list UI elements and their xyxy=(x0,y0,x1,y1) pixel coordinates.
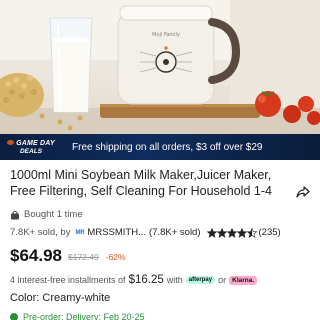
discount-badge: -62% xyxy=(105,252,126,262)
original-price: $172.49 xyxy=(68,252,99,262)
installment-amount: $16.25 xyxy=(128,274,164,286)
promo-text: Free shipping on all orders, $3 off over… xyxy=(72,141,263,153)
star-icon xyxy=(216,227,227,238)
installments-or: or xyxy=(218,275,227,285)
star-icon xyxy=(226,227,237,238)
shop-name-link[interactable]: MRSSMITH... xyxy=(87,227,146,238)
installments-with: with xyxy=(166,275,183,285)
shopping-bag-icon xyxy=(11,210,19,219)
installments-row[interactable]: 4 interest-free installments of $16.25 w… xyxy=(10,274,258,286)
installments-prefix: 4 interest-free installments of xyxy=(10,275,126,285)
color-selection-label: Color: Creamy-white xyxy=(10,292,111,304)
preorder-delivery: Pre-order: Delivery: Feb 20-25 xyxy=(10,312,145,320)
bought-count-text: Bought 1 time xyxy=(24,209,83,220)
hero-illustration: Moji Family xyxy=(0,0,320,134)
star-icon xyxy=(236,227,247,238)
shop-sold-count: (7.8K+ sold) xyxy=(149,227,201,238)
preorder-text: Pre-order: Delivery: Feb 20-25 xyxy=(23,312,145,320)
promo-badge-line1: GAME DAY xyxy=(7,140,55,148)
product-hero-image[interactable]: Moji Family xyxy=(0,0,320,134)
game-day-deals-badge: GAME DAY DEALS xyxy=(0,134,58,160)
sold-count: 7.8K+ sold, by xyxy=(10,227,71,238)
star-icon xyxy=(206,227,217,238)
promo-banner[interactable]: GAME DAY DEALS Free shipping on all orde… xyxy=(0,134,320,160)
afterpay-logo: afterpay xyxy=(185,276,216,284)
star-icon xyxy=(246,227,257,238)
rating-stars[interactable] xyxy=(206,227,257,238)
klarna-logo: Klarna. xyxy=(229,275,258,285)
promo-badge-text1: GAME DAY xyxy=(16,139,55,147)
rating-count[interactable]: (235) xyxy=(259,227,281,238)
promo-badge-line2: DEALS xyxy=(19,147,43,155)
share-icon xyxy=(296,186,310,198)
share-button[interactable] xyxy=(292,183,314,201)
current-price: $64.98 xyxy=(10,246,62,265)
price-row: $64.98 $172.49 -62% xyxy=(10,247,126,265)
product-title: 1000ml Mini Soybean Milk Maker,Juicer Ma… xyxy=(10,168,272,198)
svg-text:Moji Family: Moji Family xyxy=(152,32,180,38)
football-icon xyxy=(7,140,15,146)
check-circle-icon xyxy=(10,313,18,320)
bought-count: Bought 1 time xyxy=(10,209,83,220)
seller-rating-row: 7.8K+ sold, by MR MRSSMITH... (7.8K+ sol… xyxy=(10,227,315,238)
shop-logo[interactable]: MR xyxy=(75,230,84,236)
